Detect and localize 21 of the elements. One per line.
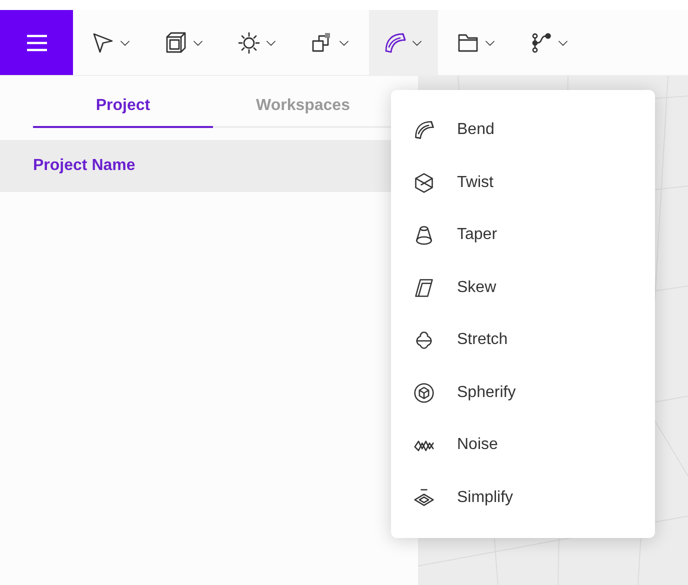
pointer-icon [91, 30, 115, 54]
tab[interactable]: Project [33, 86, 213, 128]
dropdown-menu-item[interactable]: Spherify [391, 366, 655, 419]
taper-icon [413, 224, 435, 246]
menu-icon [26, 34, 48, 52]
dropdown-menu-item[interactable]: Stretch [391, 314, 655, 366]
simplify-icon [413, 486, 435, 509]
dropdown-menu-item[interactable]: Taper [391, 209, 655, 262]
stretch-icon [413, 329, 435, 352]
sphere-cube-icon [413, 382, 435, 404]
dropdown-menu-item[interactable]: Skew [391, 262, 655, 314]
dropdown-menu-item[interactable]: Noise [391, 419, 655, 472]
menu-button[interactable] [0, 10, 73, 75]
bend-icon [383, 30, 407, 54]
cube-icon [164, 30, 188, 54]
twist-icon [413, 172, 435, 194]
skew-icon [413, 276, 435, 299]
toolbar-dropdown-button[interactable] [369, 10, 438, 75]
dropdown-menu-item[interactable]: Simplify [391, 472, 655, 524]
sun-icon [237, 30, 261, 54]
bend-icon [413, 119, 435, 142]
